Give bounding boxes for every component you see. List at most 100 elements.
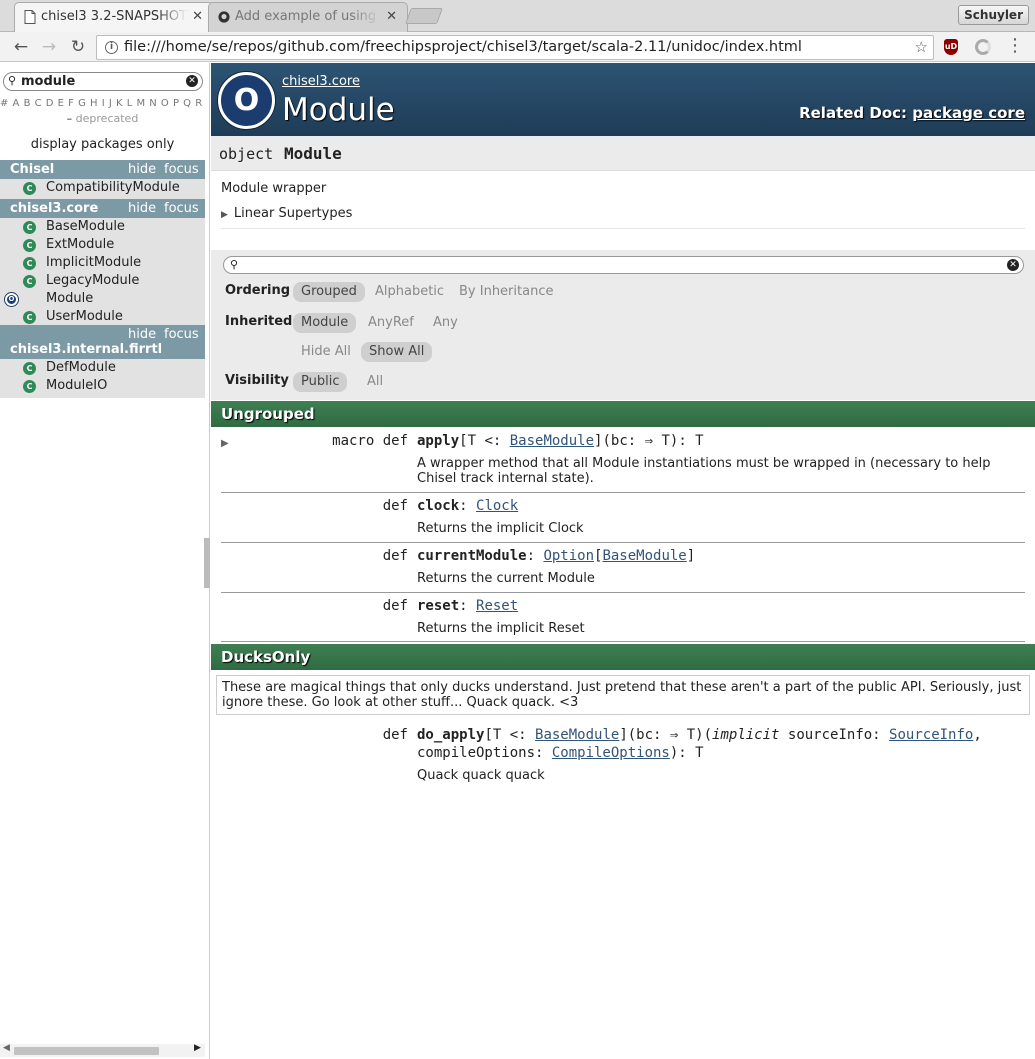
package-item[interactable]: C ExtModule xyxy=(0,236,205,254)
owner-subpackage-link[interactable]: core xyxy=(332,74,360,89)
letter-index[interactable]: # A B C D E F G H I J K L M N O P Q R S … xyxy=(0,98,205,111)
type-link[interactable]: BaseModule xyxy=(602,548,686,564)
type-link[interactable]: Option xyxy=(543,548,594,564)
index-search-value[interactable]: module xyxy=(21,73,75,90)
deprecated-label[interactable]: deprecated xyxy=(76,112,139,125)
browser-toolbar: ← → ↻ i file:///home/se/repos/github.com… xyxy=(0,32,1035,62)
package-item[interactable]: C DefModule xyxy=(0,359,205,377)
member-signature: apply[T <: BaseModule](bc: ⇒ T): T xyxy=(417,433,704,449)
pane-splitter-handle[interactable] xyxy=(204,538,210,588)
member-clock[interactable]: def clock: Clock Returns the implicit Cl… xyxy=(221,497,1025,543)
tab-close-icon[interactable]: ✕ xyxy=(386,3,397,31)
ordering-label: Ordering xyxy=(225,283,291,298)
member-current-module[interactable]: def currentModule: Option[BaseModule] Re… xyxy=(221,547,1025,593)
tab-chisel3-docs[interactable]: chisel3 3.2-SNAPSHOT ✕ xyxy=(14,2,214,32)
scroll-right-arrow-icon[interactable]: ▶ xyxy=(194,1043,201,1053)
member-name[interactable]: do_apply xyxy=(417,727,484,743)
scroll-left-arrow-icon[interactable]: ◀ xyxy=(3,1043,10,1053)
member-filter-input[interactable]: ⚲ ✕ xyxy=(223,256,1024,274)
type-link[interactable]: Clock xyxy=(476,498,518,514)
member-description: A wrapper method that all Module instant… xyxy=(417,456,991,486)
package-hide-link[interactable]: hide xyxy=(128,162,156,177)
type-link[interactable]: BaseModule xyxy=(510,433,594,449)
package-hide-link[interactable]: hide xyxy=(128,201,156,216)
forward-arrow-icon[interactable]: → xyxy=(39,37,59,57)
package-name[interactable]: Chisel xyxy=(10,162,54,177)
ublock-extension-icon[interactable]: uD xyxy=(944,39,958,55)
package-header: chisel3.internal.firrtl hide focus xyxy=(0,325,205,359)
hide-all-button[interactable]: Hide All xyxy=(293,342,359,362)
package-block-chisel3-internal-firrtl: chisel3.internal.firrtl hide focus C Def… xyxy=(0,325,205,398)
package-item[interactable]: C UserModule xyxy=(0,308,205,326)
address-bar[interactable]: i file:///home/se/repos/github.com/freec… xyxy=(96,35,934,60)
visibility-public-option[interactable]: Public xyxy=(293,372,348,392)
extension-icon[interactable] xyxy=(975,39,991,55)
owner-breadcrumb[interactable]: chisel3.core xyxy=(282,74,360,89)
class-badge-icon: C xyxy=(23,257,36,270)
package-name[interactable]: chisel3.internal.firrtl xyxy=(10,342,162,357)
ordering-alphabetic-option[interactable]: Alphabetic xyxy=(367,282,452,302)
index-search-input[interactable]: ⚲ module ✕ xyxy=(3,72,203,91)
profile-button[interactable]: Schuyler xyxy=(958,5,1029,25)
class-badge-icon: C xyxy=(23,182,36,195)
scrollbar-thumb[interactable] xyxy=(14,1047,159,1055)
package-item-selected[interactable]: O Module xyxy=(0,290,205,308)
related-doc-link[interactable]: package core xyxy=(912,104,1025,122)
class-badge-icon: C xyxy=(23,221,36,234)
deprecated-link[interactable]: – deprecated xyxy=(0,112,205,125)
member-name[interactable]: clock xyxy=(417,498,459,514)
package-item[interactable]: C BaseModule xyxy=(0,218,205,236)
package-focus-link[interactable]: focus xyxy=(164,162,199,177)
tab-github[interactable]: Add example of using ✕ xyxy=(208,2,408,32)
linear-supertypes-toggle[interactable]: ▶ Linear Supertypes xyxy=(221,206,353,222)
member-signature-line2: compileOptions: CompileOptions): T xyxy=(417,745,704,761)
member-reset[interactable]: def reset: Reset Returns the implicit Re… xyxy=(221,597,1025,643)
url-text[interactable]: file:///home/se/repos/github.com/freechi… xyxy=(124,36,802,59)
package-block-chisel: Chisel hide focus C CompatibilityModule xyxy=(0,160,205,200)
member-name[interactable]: apply xyxy=(417,433,459,449)
type-link[interactable]: CompileOptions xyxy=(552,745,670,761)
package-hide-link[interactable]: hide xyxy=(128,327,156,342)
package-item[interactable]: C ImplicitModule xyxy=(0,254,205,272)
package-item[interactable]: C ModuleIO xyxy=(0,377,205,395)
page-title: Module xyxy=(282,92,395,128)
horizontal-scrollbar[interactable]: ◀ ▶ xyxy=(0,1043,205,1057)
tab-close-icon[interactable]: ✕ xyxy=(192,3,203,31)
member-filter-panel: ⚲ ✕ Ordering Grouped Alphabetic By Inher… xyxy=(211,250,1035,400)
type-link[interactable]: Reset xyxy=(476,598,518,614)
back-arrow-icon[interactable]: ← xyxy=(11,37,31,57)
member-modifiers: def xyxy=(382,548,408,564)
inherited-anyref-option[interactable]: AnyRef xyxy=(360,313,422,333)
group-header-ducksonly: DucksOnly xyxy=(211,644,1035,670)
ordering-grouped-option[interactable]: Grouped xyxy=(293,282,365,302)
clear-filter-icon[interactable]: ✕ xyxy=(1007,259,1019,271)
package-item[interactable]: C LegacyModule xyxy=(0,272,205,290)
visibility-all-option[interactable]: All xyxy=(359,372,391,392)
ordering-inheritance-option[interactable]: By Inheritance xyxy=(451,282,561,302)
bookmark-star-icon[interactable]: ☆ xyxy=(915,36,928,59)
search-icon: ⚲ xyxy=(230,258,239,271)
class-badge-icon: C xyxy=(23,311,36,324)
member-do-apply[interactable]: def do_apply[T <: BaseModule](bc: ⇒ T)(i… xyxy=(221,726,1025,786)
inherited-any-option[interactable]: Any xyxy=(425,313,466,333)
package-name[interactable]: chisel3.core xyxy=(10,201,98,216)
owner-package-link[interactable]: chisel3 xyxy=(282,74,328,89)
member-apply[interactable]: ▶ macro def apply[T <: BaseModule](bc: ⇒… xyxy=(221,432,1025,493)
inherited-module-option[interactable]: Module xyxy=(293,313,357,333)
object-badge-icon: O xyxy=(218,72,275,129)
type-link[interactable]: SourceInfo xyxy=(889,727,973,743)
info-icon[interactable]: i xyxy=(105,41,118,54)
reload-icon[interactable]: ↻ xyxy=(68,37,88,57)
display-packages-only-link[interactable]: display packages only xyxy=(0,137,205,152)
member-name[interactable]: reset xyxy=(417,598,459,614)
package-item[interactable]: C CompatibilityModule xyxy=(0,179,205,197)
member-description: Returns the implicit Clock xyxy=(417,521,584,536)
type-link[interactable]: BaseModule xyxy=(535,727,619,743)
clear-search-icon[interactable]: ✕ xyxy=(186,75,198,87)
package-focus-link[interactable]: focus xyxy=(164,201,199,216)
new-tab-button[interactable] xyxy=(405,8,443,24)
package-focus-link[interactable]: focus xyxy=(164,327,199,342)
member-name[interactable]: currentModule xyxy=(417,548,527,564)
show-all-button[interactable]: Show All xyxy=(361,342,433,362)
menu-kebab-icon[interactable]: ⋮ xyxy=(1006,36,1024,58)
